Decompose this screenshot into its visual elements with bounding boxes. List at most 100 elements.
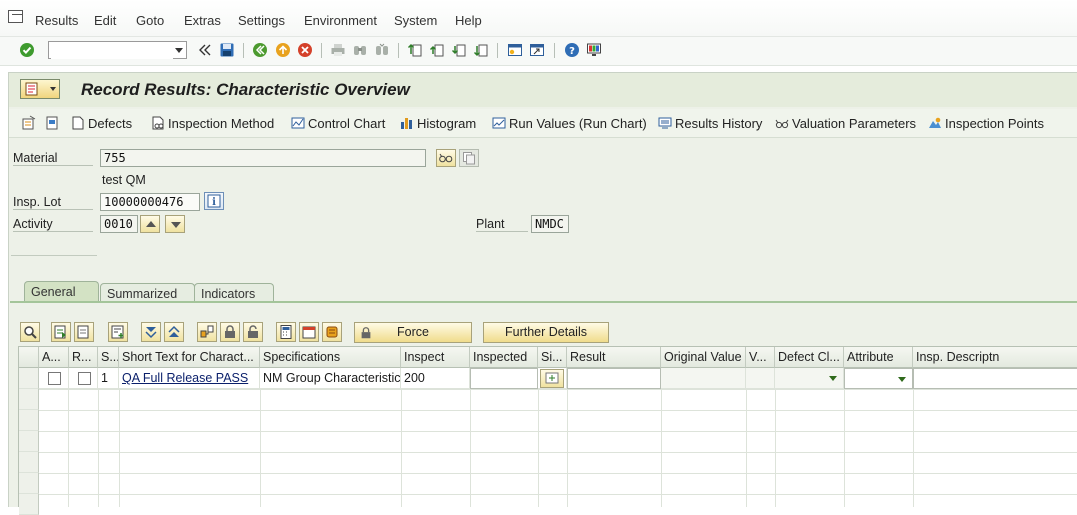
results-history-button[interactable]: Results History xyxy=(658,116,762,131)
hierarchy-button[interactable] xyxy=(197,322,217,342)
row-selector[interactable] xyxy=(19,368,39,389)
material-display-button[interactable] xyxy=(436,149,456,167)
insert-row-button[interactable] xyxy=(108,322,128,342)
menu-dropdown-button[interactable] xyxy=(20,79,60,99)
tab-summarized[interactable]: Summarized xyxy=(100,283,195,302)
last-page-icon[interactable] xyxy=(473,42,489,58)
previous-activity-button[interactable] xyxy=(140,215,160,233)
menu-extras[interactable]: Extras xyxy=(184,13,221,28)
material-copy-button[interactable] xyxy=(459,149,479,167)
tab-indicators[interactable]: Indicators xyxy=(194,283,274,302)
short-text-link[interactable]: QA Full Release PASS xyxy=(122,371,248,385)
column-header[interactable]: Original Value xyxy=(661,347,746,368)
defects-button[interactable]: Defects xyxy=(71,116,132,131)
row-selector[interactable] xyxy=(19,389,39,410)
shortcut-icon[interactable] xyxy=(529,42,545,58)
row-selector[interactable] xyxy=(19,452,39,473)
calendar-button[interactable] xyxy=(299,322,319,342)
customize-layout-icon[interactable] xyxy=(586,42,602,58)
inspection-points-button[interactable]: Inspection Points xyxy=(928,116,1044,131)
inspected-input[interactable] xyxy=(470,368,538,389)
column-header[interactable]: S... xyxy=(98,347,119,368)
column-header[interactable]: Defect Cl... xyxy=(775,347,844,368)
attribute-dropdown[interactable] xyxy=(844,368,913,389)
enter-icon[interactable] xyxy=(19,42,35,58)
back-double-icon[interactable] xyxy=(197,42,213,58)
material-field[interactable]: 755 xyxy=(100,149,426,167)
exit-icon[interactable] xyxy=(275,42,291,58)
row-selector[interactable] xyxy=(19,473,39,494)
command-input[interactable] xyxy=(51,43,173,59)
column-header[interactable]: Insp. Descriptn xyxy=(913,347,1077,368)
select-all-button[interactable] xyxy=(51,322,71,342)
histogram-button[interactable]: Histogram xyxy=(400,116,476,131)
scroll-button[interactable] xyxy=(322,322,342,342)
valuation-parameters-button[interactable]: Valuation Parameters xyxy=(775,116,916,131)
menu-settings[interactable]: Settings xyxy=(238,13,285,28)
single-values-button[interactable] xyxy=(540,369,564,388)
lock-button[interactable] xyxy=(220,322,240,342)
find-icon[interactable] xyxy=(352,42,368,58)
defect-class-dropdown[interactable] xyxy=(775,368,844,389)
first-page-icon[interactable] xyxy=(407,42,423,58)
details-button[interactable] xyxy=(20,322,40,342)
row-selector-header[interactable] xyxy=(19,347,39,368)
menu-results[interactable]: Results xyxy=(35,13,78,28)
overview-icon[interactable] xyxy=(21,115,37,131)
result-input[interactable] xyxy=(567,368,661,389)
next-activity-button[interactable] xyxy=(165,215,185,233)
save-icon[interactable] xyxy=(219,42,235,58)
tab-general[interactable]: General xyxy=(24,281,99,302)
hierarchy-icon xyxy=(200,325,214,338)
deselect-all-button[interactable] xyxy=(74,322,94,342)
previous-page-icon[interactable] xyxy=(429,42,445,58)
column-header[interactable]: Short Text for Charact... xyxy=(119,347,260,368)
expand-button[interactable] xyxy=(141,322,161,342)
menu-root-icon[interactable] xyxy=(8,10,23,23)
cancel-icon[interactable] xyxy=(297,42,313,58)
column-header[interactable]: Result xyxy=(567,347,661,368)
menu-environment[interactable]: Environment xyxy=(304,13,377,28)
next-page-icon[interactable] xyxy=(451,42,467,58)
column-header[interactable]: Attribute xyxy=(844,347,913,368)
row-selector[interactable] xyxy=(19,431,39,452)
column-header[interactable]: Specifications xyxy=(260,347,401,368)
menu-help[interactable]: Help xyxy=(455,13,482,28)
row-selector[interactable] xyxy=(19,494,39,515)
calculator-button[interactable] xyxy=(276,322,296,342)
command-field[interactable] xyxy=(48,41,187,59)
column-header[interactable]: Inspected xyxy=(470,347,538,368)
column-header[interactable]: R... xyxy=(69,347,98,368)
checkbox[interactable] xyxy=(48,372,61,385)
further-details-button[interactable]: Further Details xyxy=(483,322,609,343)
insp-description-input[interactable] xyxy=(913,368,1077,389)
create-session-icon[interactable] xyxy=(507,42,523,58)
unlock-button[interactable] xyxy=(243,322,263,342)
insp-lot-info-button[interactable]: i xyxy=(204,192,224,210)
control-chart-button[interactable]: Control Chart xyxy=(291,116,385,131)
checkbox[interactable] xyxy=(78,372,91,385)
column-header[interactable]: V... xyxy=(746,347,775,368)
column-header[interactable]: Inspect xyxy=(401,347,470,368)
row-selector[interactable] xyxy=(19,410,39,431)
print-icon[interactable] xyxy=(330,42,346,58)
menu-goto[interactable]: Goto xyxy=(136,13,164,28)
column-header[interactable]: Si... xyxy=(538,347,567,368)
collapse-button[interactable] xyxy=(164,322,184,342)
help-icon[interactable]: ? xyxy=(564,42,580,58)
chevron-down-icon[interactable] xyxy=(175,48,183,53)
activity-field[interactable]: 0010 xyxy=(100,215,138,233)
find-next-icon[interactable] xyxy=(374,42,390,58)
table-cell-inspect: 200 xyxy=(401,368,470,389)
plant-field: NMDC xyxy=(531,215,569,233)
back-icon[interactable] xyxy=(252,42,268,58)
inspection-points-icon xyxy=(929,117,941,128)
insp-lot-field[interactable]: 10000000476 xyxy=(100,193,200,211)
menu-edit[interactable]: Edit xyxy=(94,13,116,28)
detail-icon[interactable] xyxy=(44,115,60,131)
inspection-method-button[interactable]: Inspection Method xyxy=(151,116,274,131)
force-button[interactable]: Force xyxy=(354,322,472,343)
menu-system[interactable]: System xyxy=(394,13,437,28)
run-values-button[interactable]: Run Values (Run Chart) xyxy=(492,116,647,131)
column-header[interactable]: A... xyxy=(39,347,69,368)
